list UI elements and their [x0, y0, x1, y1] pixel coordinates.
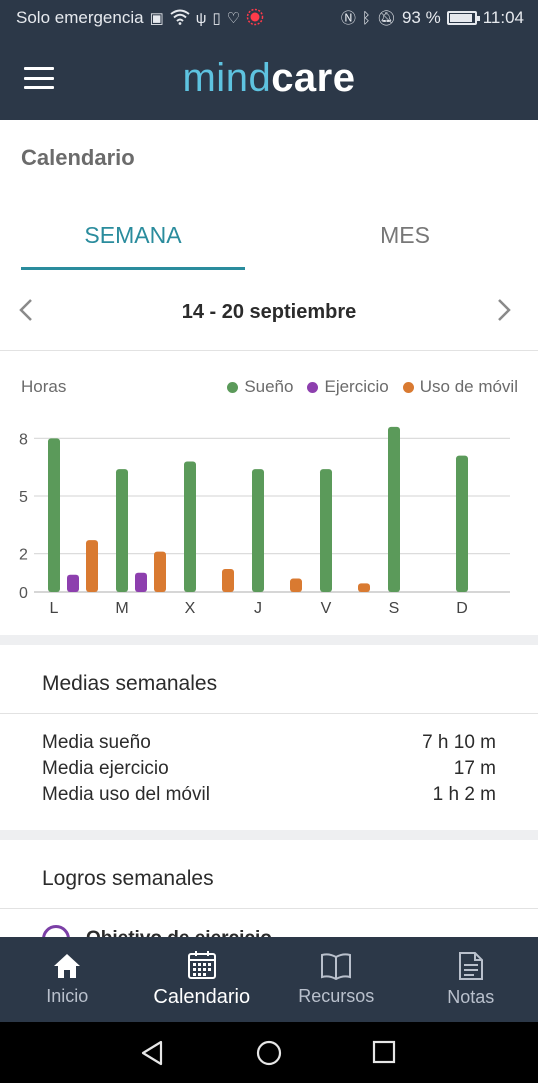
back-icon[interactable] — [140, 1040, 164, 1071]
average-label: Media ejercicio — [42, 758, 169, 779]
divider — [0, 908, 538, 909]
battery-saver-icon: ▯ — [212, 9, 221, 27]
recording-icon — [246, 8, 264, 29]
tab-month[interactable]: MES — [293, 210, 517, 268]
nav-label: Recursos — [298, 986, 375, 1006]
nav-label: Inicio — [46, 986, 89, 1006]
average-label: Media sueño — [42, 732, 151, 753]
heart-icon: ♡ — [226, 9, 241, 27]
divider — [0, 713, 538, 714]
chart-bar-sleep — [116, 469, 128, 592]
bluetooth-icon: ᛒ — [361, 9, 371, 27]
average-row-exercise: Media ejercicio 17 m — [42, 758, 496, 780]
average-value: 7 h 10 m — [422, 732, 496, 753]
y-tick-label: 5 — [19, 489, 28, 506]
week-navigator: 14 - 20 septiembre — [0, 288, 538, 338]
nav-label: Calendario — [153, 986, 251, 1008]
average-value: 17 m — [453, 758, 496, 779]
usb-icon: ψ — [195, 9, 207, 27]
home-circle-icon[interactable] — [256, 1040, 282, 1071]
average-row-phone-use: Media uso del móvil 1 h 2 m — [42, 784, 496, 806]
wifi-icon — [170, 9, 190, 28]
section-separator — [0, 830, 538, 840]
weekly-achievements-title: Logros semanales — [42, 867, 214, 890]
x-tick-label: S — [389, 600, 400, 617]
weekly-averages-title: Medias semanales — [42, 672, 218, 695]
chart-bar-sleep — [320, 469, 332, 592]
nav-item-calendar[interactable]: Calendario — [135, 937, 270, 1022]
status-bar: Solo emergencia ▣ ψ ▯ ♡ Ⓝ ᛒ 🔕︎ 93 % 11:0… — [0, 0, 538, 36]
x-tick-label: D — [456, 600, 468, 617]
nav-item-home[interactable]: Inicio — [0, 937, 135, 1022]
chart-bar-phone-use — [290, 578, 302, 592]
nav-item-notes[interactable]: Notas — [404, 937, 538, 1022]
average-label: Media uso del móvil — [42, 784, 210, 805]
x-tick-label: V — [321, 600, 332, 617]
week-range-label: 14 - 20 septiembre — [181, 301, 357, 323]
chevron-right-icon[interactable] — [496, 297, 512, 330]
x-tick-label: X — [185, 600, 196, 617]
nav-item-resources[interactable]: Recursos — [269, 937, 404, 1022]
carrier-label: Solo emergencia — [16, 8, 144, 27]
chart-bar-sleep — [184, 461, 196, 592]
x-tick-label: M — [115, 600, 128, 617]
chart-bar-exercise — [135, 572, 147, 592]
app-bar: mindcare — [0, 36, 538, 120]
nav-label: Notas — [447, 987, 495, 1007]
chart-bar-sleep — [48, 438, 60, 592]
active-tab-indicator — [21, 267, 245, 270]
page-title: Calendario — [21, 145, 135, 170]
chart-plot: 0 2 5 8 L M X J V S D — [19, 426, 510, 617]
section-separator — [0, 635, 538, 645]
battery-icon — [446, 11, 480, 25]
chart-bar-sleep — [252, 469, 264, 592]
divider — [0, 350, 538, 351]
app-logo: mindcare — [182, 55, 356, 100]
alert-sim-icon: ▣ — [149, 9, 164, 27]
chart-bar-exercise — [67, 574, 79, 592]
average-row-sleep: Media sueño 7 h 10 m — [42, 732, 496, 754]
nfc-icon: Ⓝ — [340, 9, 356, 27]
bottom-navigation: Inicio Calendario Recursos Notas — [0, 937, 538, 1022]
y-tick-label: 0 — [19, 585, 28, 602]
chart-bar-phone-use — [358, 583, 370, 592]
book-icon — [320, 952, 352, 980]
system-navigation-bar — [0, 1022, 538, 1083]
chart-bar-phone-use — [154, 551, 166, 592]
view-tabs: SEMANA MES — [0, 210, 538, 272]
weekly-chart: Horas Sueño Ejercicio Uso de móvil 0258L… — [0, 360, 538, 622]
average-value: 1 h 2 m — [432, 784, 496, 805]
x-tick-label: L — [50, 600, 59, 617]
y-tick-label: 2 — [19, 547, 28, 564]
clock: 11:04 — [482, 8, 524, 27]
battery-percent: 93 % — [401, 8, 441, 27]
hamburger-menu-icon[interactable] — [24, 67, 54, 89]
recents-icon[interactable] — [372, 1040, 396, 1069]
notes-icon — [458, 951, 484, 981]
tab-week[interactable]: SEMANA — [21, 210, 245, 268]
mute-icon: 🔕︎ — [376, 9, 396, 27]
chart-bar-sleep — [388, 426, 400, 592]
home-icon — [52, 952, 82, 980]
chart-bar-phone-use — [222, 568, 234, 592]
chart-bar-phone-use — [86, 540, 98, 592]
y-tick-label: 8 — [19, 431, 28, 448]
calendar-icon — [187, 950, 217, 980]
chart-bar-sleep — [456, 455, 468, 592]
x-tick-label: J — [254, 600, 262, 617]
